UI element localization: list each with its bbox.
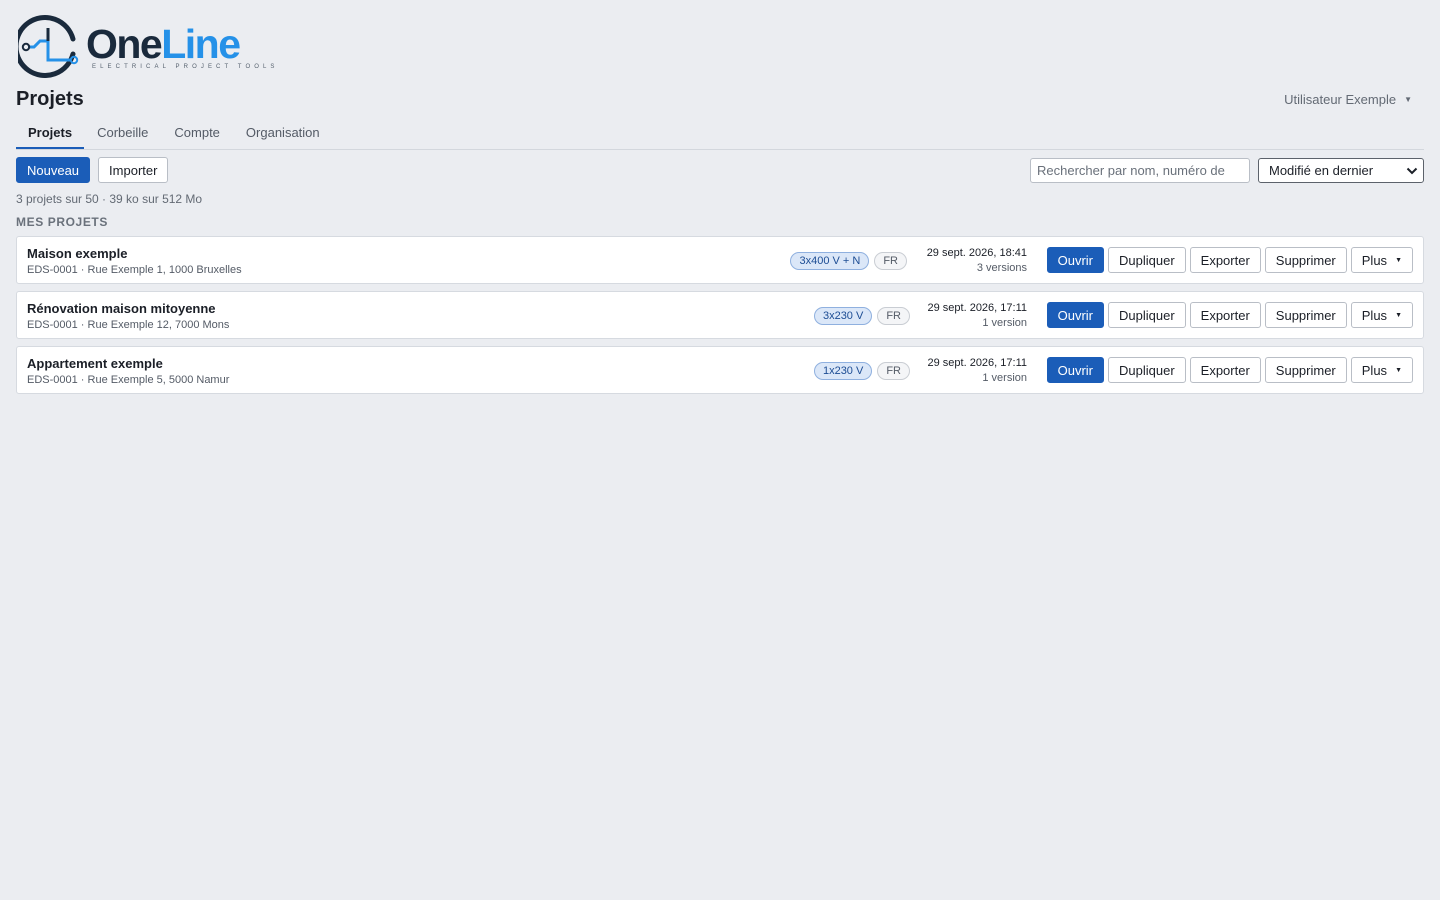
project-row: Appartement exemple EDS-0001 · Rue Exemp…: [16, 346, 1424, 394]
project-meta: 29 sept. 2026, 17:11 1 version: [928, 301, 1028, 330]
project-meta: 29 sept. 2026, 17:11 1 version: [928, 356, 1028, 385]
tab-corbeille[interactable]: Corbeille: [84, 120, 161, 148]
sort-select[interactable]: Modifié en dernier: [1258, 158, 1424, 183]
language-badge: FR: [877, 362, 910, 380]
version-count: 1 version: [982, 372, 1027, 384]
delete-button[interactable]: Supprimer: [1264, 302, 1347, 328]
voltage-badge: 3x400 V + N: [790, 252, 870, 270]
duplicate-button[interactable]: Dupliquer: [1108, 302, 1186, 328]
caret-down-icon: ▼: [1404, 95, 1412, 104]
page-title: Projets: [16, 88, 84, 110]
more-label: Plus: [1361, 362, 1388, 378]
export-button[interactable]: Exporter: [1189, 357, 1261, 383]
tab-compte[interactable]: Compte: [161, 120, 233, 148]
open-button[interactable]: Ouvrir: [1046, 247, 1104, 273]
modified-date: 29 sept. 2026, 18:41: [926, 247, 1027, 259]
modified-date: 29 sept. 2026, 17:11: [927, 357, 1028, 369]
row-actions: Ouvrir Dupliquer Exporter Supprimer Plus…: [1046, 302, 1413, 328]
chevron-down-icon: [1406, 167, 1418, 175]
project-row: Maison exemple EDS-0001 · Rue Exemple 1,…: [16, 236, 1424, 284]
project-badges: 1x230 V FR: [813, 362, 910, 380]
project-badges: 3x400 V + N FR: [790, 252, 907, 270]
open-button[interactable]: Ouvrir: [1046, 357, 1104, 383]
logo-circuit-icon: [18, 15, 79, 78]
tab-organisation[interactable]: Organisation: [233, 120, 333, 148]
more-button[interactable]: Plus ▼: [1350, 247, 1413, 273]
caret-down-icon: ▼: [1395, 366, 1402, 374]
project-name[interactable]: Appartement exemple: [27, 356, 163, 371]
export-button[interactable]: Exporter: [1189, 302, 1261, 328]
project-details: EDS-0001 · Rue Exemple 12, 7000 Mons: [27, 319, 230, 331]
user-name: Utilisateur Exemple: [1284, 92, 1397, 107]
logo-tagline: ELECTRICAL PROJECT TOOLS: [92, 64, 279, 70]
duplicate-button[interactable]: Dupliquer: [1108, 247, 1186, 273]
export-button[interactable]: Exporter: [1189, 247, 1261, 273]
caret-down-icon: ▼: [1395, 256, 1402, 264]
project-meta: 29 sept. 2026, 18:41 3 versions: [927, 246, 1027, 275]
logo-word-one: One: [86, 21, 163, 67]
voltage-badge: 3x230 V: [813, 307, 873, 325]
delete-button[interactable]: Supprimer: [1264, 247, 1347, 273]
version-count: 1 version: [982, 317, 1027, 329]
app-logo[interactable]: OneLine ELECTRICAL PROJECT TOOLS: [18, 14, 274, 78]
project-row: Rénovation maison mitoyenne EDS-0001 · R…: [16, 291, 1424, 339]
user-menu[interactable]: Utilisateur Exemple ▼: [1284, 92, 1412, 107]
logo-wordmark: OneLine: [86, 21, 241, 67]
row-actions: Ouvrir Dupliquer Exporter Supprimer Plus…: [1046, 247, 1413, 273]
project-badges: 3x230 V FR: [813, 307, 910, 325]
section-heading: MES PROJETS: [16, 215, 108, 229]
quota-summary: 3 projets sur 50 · 39 ko sur 512 Mo: [16, 192, 203, 206]
new-project-button[interactable]: Nouveau: [16, 157, 91, 183]
language-badge: FR: [874, 252, 907, 270]
project-details: EDS-0001 · Rue Exemple 5, 5000 Namur: [27, 374, 230, 386]
language-badge: FR: [877, 307, 910, 325]
sort-select-value: Modifié en dernier: [1269, 163, 1374, 178]
open-button[interactable]: Ouvrir: [1046, 302, 1104, 328]
row-actions: Ouvrir Dupliquer Exporter Supprimer Plus…: [1046, 357, 1413, 383]
version-count: 3 versions: [976, 262, 1027, 274]
modified-date: 29 sept. 2026, 17:11: [927, 302, 1028, 314]
delete-button[interactable]: Supprimer: [1264, 357, 1347, 383]
project-name[interactable]: Maison exemple: [27, 246, 127, 261]
toolbar-actions: Nouveau Importer: [16, 157, 169, 183]
duplicate-button[interactable]: Dupliquer: [1108, 357, 1186, 383]
search-input[interactable]: [1030, 158, 1250, 183]
tab-projets[interactable]: Projets: [16, 120, 85, 149]
more-button[interactable]: Plus ▼: [1350, 302, 1413, 328]
project-details: EDS-0001 · Rue Exemple 1, 1000 Bruxelles: [27, 264, 242, 276]
more-label: Plus: [1361, 252, 1388, 268]
tab-bar: Projets Corbeille Compte Organisation: [16, 120, 1424, 150]
logo-word-line: Line: [161, 21, 241, 67]
more-button[interactable]: Plus ▼: [1350, 357, 1413, 383]
voltage-badge: 1x230 V: [813, 362, 873, 380]
import-button[interactable]: Importer: [98, 157, 169, 183]
more-label: Plus: [1361, 307, 1388, 323]
caret-down-icon: ▼: [1395, 311, 1402, 319]
project-name[interactable]: Rénovation maison mitoyenne: [27, 301, 216, 316]
